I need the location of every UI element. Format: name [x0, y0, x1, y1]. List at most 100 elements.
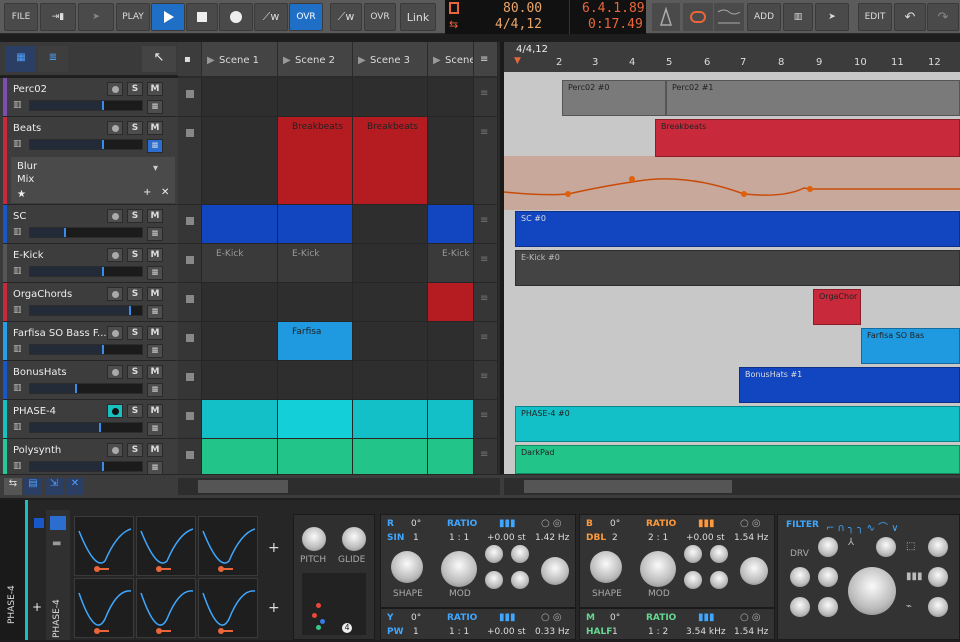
osc-level-knob[interactable] — [541, 557, 569, 585]
osc-ratio[interactable]: 1 : 1 — [449, 533, 469, 543]
clip-slot[interactable] — [353, 283, 428, 322]
track-clip-menu[interactable]: ≡ — [474, 439, 498, 478]
clip-slot[interactable] — [278, 361, 353, 400]
arranger-clip[interactable]: Perc02 #0 — [562, 80, 666, 116]
osc-wave[interactable]: DBL — [586, 533, 606, 543]
modulator-slot[interactable] — [74, 578, 134, 638]
pointer-tool-icon[interactable]: ↖ — [142, 46, 176, 72]
arranger-clip[interactable]: Perc02 #1 — [666, 80, 960, 116]
osc-knob-c[interactable] — [485, 571, 503, 589]
track-name[interactable]: SC — [13, 211, 26, 222]
loop-icon[interactable] — [683, 3, 713, 31]
record-button[interactable] — [219, 3, 253, 31]
glide-knob[interactable] — [342, 527, 366, 551]
stop-button[interactable] — [186, 3, 218, 31]
volume-meter[interactable] — [29, 266, 143, 277]
osc-knob-c[interactable] — [684, 571, 702, 589]
clip-slot[interactable] — [202, 439, 278, 478]
solo-button[interactable]: S — [127, 443, 143, 457]
clip-slot[interactable] — [278, 283, 353, 322]
record-arm-button[interactable] — [107, 209, 123, 223]
scene-menu-icon[interactable]: ≡ — [474, 42, 498, 76]
osc-rate[interactable]: 0.33 Hz — [535, 627, 569, 637]
mute-button[interactable]: M — [147, 82, 163, 96]
grid-scrollbar[interactable] — [178, 478, 500, 495]
time-display[interactable]: 0:17.49 — [588, 17, 643, 32]
track-clip-menu[interactable]: ≡ — [474, 283, 498, 322]
timeline-ruler[interactable]: 4/4,12 ▼ 2 3 4 5 6 7 8 9 10 11 12 — [504, 42, 960, 72]
clip-slot[interactable] — [202, 322, 278, 361]
volume-meter[interactable] — [29, 100, 143, 111]
track-name[interactable]: Perc02 — [13, 84, 47, 95]
track-menu-icon[interactable]: ≡ — [147, 305, 163, 319]
position-display[interactable]: 6.4.1.89 — [582, 1, 645, 16]
scene-3[interactable]: ▶ Scene 3 — [353, 42, 428, 76]
filter-mode-icon[interactable]: ⬚ — [906, 541, 915, 552]
osc-semitones[interactable]: +0.00 st — [487, 627, 526, 637]
arranger-clip[interactable]: E-Kick #0 — [515, 250, 960, 286]
mute-button[interactable]: M — [147, 287, 163, 301]
record-arm-button[interactable] — [107, 404, 123, 418]
clip-slot[interactable] — [428, 117, 474, 205]
clip-slot[interactable] — [278, 205, 353, 244]
mute-button[interactable]: M — [147, 209, 163, 223]
track-clip-menu[interactable]: ≡ — [474, 205, 498, 244]
filter-knob-8[interactable] — [928, 567, 948, 587]
track-clip-menu[interactable]: ≡ — [474, 361, 498, 400]
osc-knob-b[interactable] — [710, 545, 728, 563]
clip-slot[interactable] — [428, 361, 474, 400]
track-header[interactable]: E-Kick S M ▥ ≡ — [3, 244, 177, 283]
track-clip-menu[interactable]: ≡ — [474, 117, 498, 205]
osc-wave[interactable]: SIN — [387, 533, 404, 543]
edit-button[interactable]: EDIT — [858, 3, 892, 31]
osc-rate[interactable]: 1.54 Hz — [734, 627, 768, 637]
volume-meter[interactable] — [29, 305, 143, 316]
osc-wave[interactable]: HALF — [586, 627, 612, 637]
mute-button[interactable]: M — [147, 248, 163, 262]
clip-slot[interactable] — [202, 361, 278, 400]
track-header[interactable]: PHASE-4 S M ▥ ≡ — [3, 400, 177, 439]
cursor-icon[interactable]: ➤ — [815, 3, 849, 31]
cutoff-knob[interactable] — [848, 567, 896, 615]
track-clip-menu[interactable]: ≡ — [474, 322, 498, 361]
track-stop-button[interactable] — [178, 322, 202, 361]
record-arm-button[interactable] — [107, 365, 123, 379]
osc-mode-icons[interactable]: ○ ◎ — [541, 518, 562, 529]
record-arm-button[interactable] — [107, 287, 123, 301]
modulator-slot[interactable] — [74, 516, 134, 576]
filter-knob-6[interactable] — [876, 537, 896, 557]
track-stop-button[interactable] — [178, 117, 202, 205]
clip-slot[interactable] — [353, 439, 428, 478]
arranger-clip[interactable]: Breakbeats — [655, 119, 960, 157]
clip-slot[interactable] — [278, 400, 353, 439]
dropdown-icon[interactable]: ▾ — [153, 163, 158, 174]
file-menu-button[interactable]: FILE — [4, 3, 38, 31]
arrow-icon[interactable]: ➤ — [78, 3, 114, 31]
scene-1[interactable]: ▶ Scene 1 — [202, 42, 278, 76]
track-menu-icon[interactable]: ≡ — [147, 344, 163, 358]
scene-2[interactable]: ▶ Scene 2 — [278, 42, 353, 76]
osc-knob-d[interactable] — [511, 571, 529, 589]
track-clip-menu[interactable]: ≡ — [474, 78, 498, 117]
track-stop-button[interactable] — [178, 205, 202, 244]
osc-rate[interactable]: 1.54 Hz — [734, 533, 768, 543]
arranger-clip[interactable]: BonusHats #1 — [739, 367, 960, 403]
osc-semitones[interactable]: +0.00 st — [686, 533, 725, 543]
clip-slot[interactable] — [428, 439, 474, 478]
track-clip-menu[interactable]: ≡ — [474, 400, 498, 439]
mute-button[interactable]: M — [147, 443, 163, 457]
track-header[interactable]: Perc02 S M ▥ ≡ — [3, 78, 177, 117]
playhead-marker-icon[interactable]: ▼ — [514, 56, 521, 66]
osc-level-knob[interactable] — [740, 557, 768, 585]
track-header[interactable]: SC S M ▥ ≡ — [3, 205, 177, 244]
track-name[interactable]: Polysynth — [13, 445, 61, 456]
redo-icon[interactable]: ↷ — [927, 3, 959, 31]
pitch-knob[interactable] — [302, 527, 326, 551]
volume-meter[interactable] — [29, 461, 143, 472]
fold-icon[interactable]: ⇲ — [45, 478, 63, 495]
track-name[interactable]: Beats — [13, 123, 41, 134]
clip-slot[interactable] — [428, 283, 474, 322]
track-stop-button[interactable] — [178, 283, 202, 322]
arranger-clip[interactable]: DarkPad — [515, 445, 960, 474]
clip-slot[interactable] — [202, 205, 278, 244]
